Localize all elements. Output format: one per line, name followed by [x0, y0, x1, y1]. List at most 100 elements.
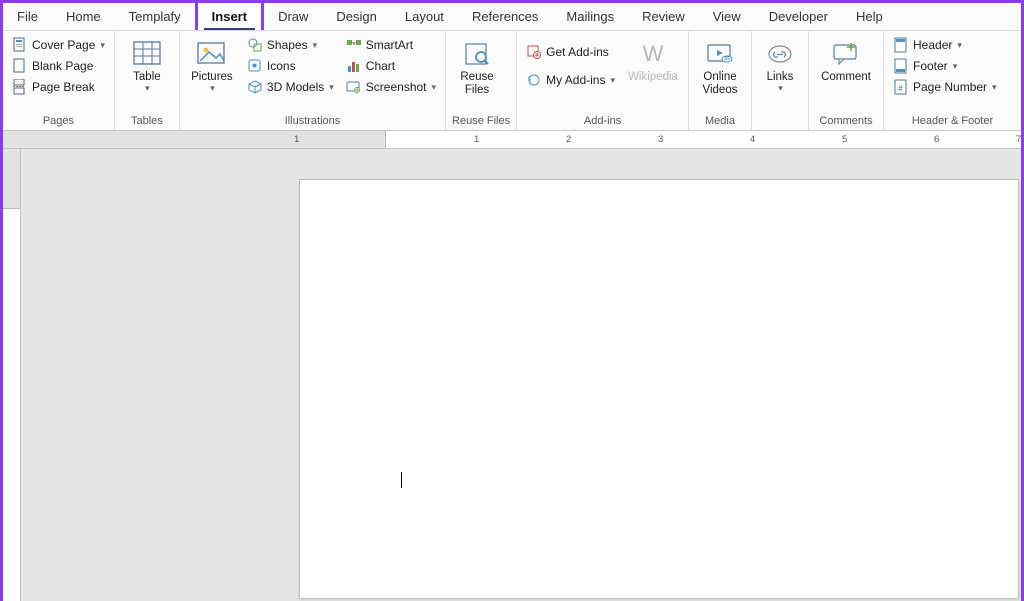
online-videos-icon	[703, 39, 737, 69]
cover-page-button[interactable]: Cover Page ▾	[9, 36, 108, 54]
icons-icon	[247, 58, 263, 74]
group-pages-label: Pages	[9, 112, 108, 130]
chevron-down-icon: ▾	[145, 83, 150, 94]
chevron-down-icon: ▾	[992, 82, 997, 93]
group-comments: Comment Comments	[809, 31, 884, 130]
pictures-icon	[195, 39, 229, 69]
chevron-down-icon: ▾	[329, 82, 334, 93]
tab-mailings[interactable]: Mailings	[552, 3, 628, 30]
footer-icon	[893, 58, 909, 74]
group-reuse-files-label: Reuse Files	[452, 112, 510, 130]
shapes-button[interactable]: Shapes ▾	[244, 36, 337, 54]
tab-templafy[interactable]: Templafy	[115, 3, 195, 30]
group-illustrations-label: Illustrations	[186, 112, 439, 130]
comment-label: Comment	[821, 71, 871, 83]
vertical-ruler[interactable]	[3, 149, 21, 601]
3d-models-button[interactable]: 3D Models ▾	[244, 78, 337, 96]
ruler-tick: 1	[474, 134, 479, 145]
group-illustrations: Pictures ▾ Shapes ▾ Icons 3D Models ▾	[180, 31, 446, 130]
reuse-files-button[interactable]: Reuse Files	[452, 33, 502, 97]
group-tables-label: Tables	[121, 112, 173, 130]
chevron-down-icon: ▾	[953, 61, 958, 72]
reuse-files-icon	[460, 39, 494, 69]
horizontal-ruler[interactable]: 1 1 2 3 4 5 6 7	[3, 131, 1021, 149]
chart-icon	[346, 58, 362, 74]
smartart-label: SmartArt	[366, 38, 413, 52]
get-addins-icon	[526, 44, 542, 60]
chevron-down-icon: ▾	[957, 40, 962, 51]
ribbon: Cover Page ▾ Blank Page Page Break Pages…	[3, 31, 1021, 131]
tab-home[interactable]: Home	[52, 3, 115, 30]
get-addins-button[interactable]: Get Add-ins	[523, 43, 618, 61]
pictures-button[interactable]: Pictures ▾	[186, 33, 238, 94]
header-button[interactable]: Header ▾	[890, 36, 1000, 54]
group-addins-label: Add-ins	[523, 112, 682, 130]
page-number-label: Page Number	[913, 80, 987, 94]
wikipedia-button[interactable]: W Wikipedia	[624, 33, 682, 83]
page-number-button[interactable]: # Page Number ▾	[890, 78, 1000, 96]
ruler-top-margin	[3, 149, 20, 209]
footer-button[interactable]: Footer ▾	[890, 57, 1000, 75]
blank-page-label: Blank Page	[32, 59, 93, 73]
group-header-footer-label: Header & Footer	[890, 112, 1015, 130]
online-videos-button[interactable]: Online Videos	[695, 33, 745, 97]
chart-label: Chart	[366, 59, 395, 73]
page-break-label: Page Break	[32, 80, 95, 94]
tab-view[interactable]: View	[699, 3, 755, 30]
comment-icon	[829, 39, 863, 69]
page-break-icon	[12, 79, 28, 95]
document-page[interactable]	[299, 179, 1019, 599]
chart-button[interactable]: Chart	[343, 57, 439, 75]
links-button[interactable]: Links ▾	[758, 33, 802, 94]
wikipedia-icon: W	[636, 39, 670, 69]
wikipedia-label: Wikipedia	[628, 71, 678, 83]
chevron-down-icon: ▾	[778, 83, 783, 94]
footer-label: Footer	[913, 59, 948, 73]
smartart-button[interactable]: SmartArt	[343, 36, 439, 54]
tab-file[interactable]: File	[3, 3, 52, 30]
header-icon	[893, 37, 909, 53]
chevron-down-icon: ▾	[313, 40, 318, 51]
my-addins-icon	[526, 72, 542, 88]
my-addins-label: My Add-ins	[546, 73, 605, 87]
group-links-label	[758, 124, 802, 130]
svg-text:W: W	[643, 41, 664, 66]
ruler-tick: 5	[842, 134, 847, 145]
ruler-tick: 7	[1016, 134, 1021, 145]
tab-insert[interactable]: Insert	[195, 0, 264, 30]
ruler-tick: 1	[294, 134, 299, 145]
tab-help[interactable]: Help	[842, 3, 897, 30]
3d-models-label: 3D Models	[267, 80, 324, 94]
tab-layout[interactable]: Layout	[391, 3, 458, 30]
reuse-files-label: Reuse Files	[460, 71, 493, 97]
screenshot-button[interactable]: Screenshot ▾	[343, 78, 439, 96]
ruler-ticks: 1 1 2 3 4 5 6 7	[386, 131, 1021, 148]
table-button[interactable]: Table ▾	[121, 33, 173, 94]
group-tables: Table ▾ Tables	[115, 31, 180, 130]
my-addins-button[interactable]: My Add-ins ▾	[523, 71, 618, 89]
ruler-left-margin	[3, 131, 386, 148]
group-links: Links ▾	[752, 31, 809, 130]
tab-review[interactable]: Review	[628, 3, 699, 30]
blank-page-icon	[12, 58, 28, 74]
table-icon	[130, 39, 164, 69]
tab-design[interactable]: Design	[322, 3, 390, 30]
ruler-tick: 6	[934, 134, 939, 145]
svg-text:#: #	[898, 84, 903, 93]
page-number-icon: #	[893, 79, 909, 95]
icons-button[interactable]: Icons	[244, 57, 337, 75]
comment-button[interactable]: Comment	[815, 33, 877, 83]
icons-label: Icons	[267, 59, 296, 73]
header-label: Header	[913, 38, 952, 52]
tab-draw[interactable]: Draw	[264, 3, 322, 30]
page-break-button[interactable]: Page Break	[9, 78, 108, 96]
links-label: Links	[767, 71, 794, 83]
chevron-down-icon: ▾	[210, 83, 215, 94]
tab-developer[interactable]: Developer	[755, 3, 842, 30]
chevron-down-icon: ▾	[432, 82, 437, 93]
blank-page-button[interactable]: Blank Page	[9, 57, 108, 75]
group-pages: Cover Page ▾ Blank Page Page Break Pages	[3, 31, 115, 130]
chevron-down-icon: ▾	[100, 40, 105, 51]
tab-references[interactable]: References	[458, 3, 552, 30]
online-videos-label: Online Videos	[703, 71, 738, 97]
